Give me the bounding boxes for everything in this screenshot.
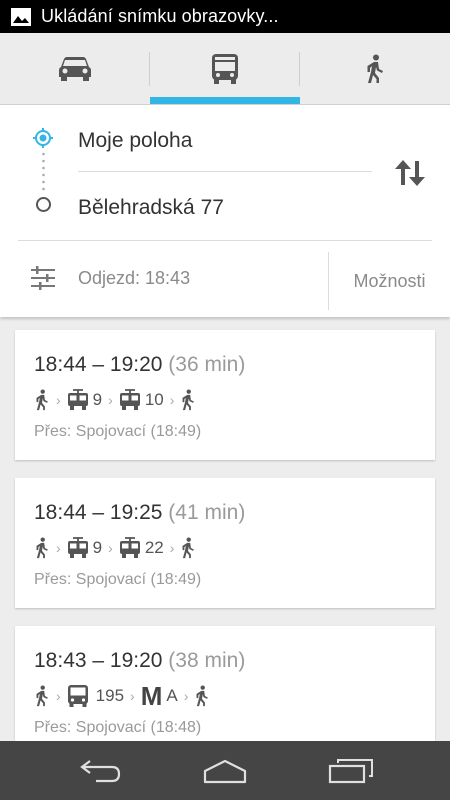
departure-time[interactable]: Odjezd: 18:43 xyxy=(78,268,190,289)
status-text: Ukládání snímku obrazovky... xyxy=(41,6,279,26)
route-option[interactable]: 18:44 – 19:25 (41 min) › 9 › 22 › Přes: … xyxy=(15,478,435,608)
walk-icon xyxy=(34,537,50,559)
picture-icon xyxy=(11,7,31,26)
chevron-right-icon: › xyxy=(130,688,135,704)
tab-walk[interactable] xyxy=(300,33,450,104)
route-results: 18:44 – 19:20 (36 min) › 9 › 10 › Přes: … xyxy=(0,317,450,741)
chevron-right-icon: › xyxy=(108,392,113,408)
walk-icon xyxy=(34,685,50,707)
walk-icon xyxy=(194,685,210,707)
recents-button[interactable] xyxy=(276,741,426,800)
route-times: 18:44 – 19:25 (41 min) xyxy=(34,501,246,524)
line-number: A xyxy=(166,686,178,705)
route-card: Moje poloha Bělehradská 77 Odjezd: 18:43… xyxy=(0,105,450,317)
route-connector xyxy=(42,152,45,191)
route-legs: › 9 › 22 › xyxy=(34,534,196,562)
line-number: 10 xyxy=(144,390,164,409)
tram-icon xyxy=(119,389,141,411)
line-number: 9 xyxy=(92,538,103,557)
route-option[interactable]: 18:44 – 19:20 (36 min) › 9 › 10 › Přes: … xyxy=(15,330,435,460)
walk-icon xyxy=(180,537,196,559)
options-button[interactable]: Možnosti xyxy=(329,252,450,310)
line-number: 9 xyxy=(92,390,103,409)
origin-field[interactable]: Moje poloha xyxy=(78,129,192,153)
route-times: 18:44 – 19:20 (36 min) xyxy=(34,353,246,376)
walk-icon xyxy=(34,389,50,411)
chevron-right-icon: › xyxy=(183,688,189,704)
tram-icon xyxy=(119,537,141,559)
tab-transit[interactable] xyxy=(150,33,300,104)
chevron-right-icon: › xyxy=(56,688,61,704)
route-legs: › 9 › 10 › xyxy=(34,386,196,414)
chevron-right-icon: › xyxy=(108,540,113,556)
navigation-bar xyxy=(0,741,450,800)
metro-icon: M xyxy=(140,681,163,711)
route-option[interactable]: 18:43 – 19:20 (38 min) › 195 › M A › Pře… xyxy=(15,626,435,741)
swap-button[interactable] xyxy=(390,155,430,191)
chevron-right-icon: › xyxy=(169,540,175,556)
walk-icon xyxy=(367,54,383,83)
bus-icon xyxy=(67,684,89,708)
bus-icon xyxy=(212,53,238,84)
route-duration: (41 min) xyxy=(168,501,246,524)
route-via: Přes: Spojovací (18:48) xyxy=(34,719,202,736)
route-via: Přes: Spojovací (18:49) xyxy=(34,571,202,588)
my-location-icon xyxy=(33,128,53,148)
line-number: 195 xyxy=(95,686,125,705)
route-duration: (38 min) xyxy=(168,649,246,672)
car-icon xyxy=(59,56,91,81)
route-legs: › 195 › M A › xyxy=(34,682,210,710)
chevron-right-icon: › xyxy=(56,392,61,408)
destination-field[interactable]: Bělehradská 77 xyxy=(78,196,224,220)
home-icon xyxy=(203,759,247,783)
route-via: Přes: Spojovací (18:49) xyxy=(34,423,202,440)
route-times: 18:43 – 19:20 (38 min) xyxy=(34,649,246,672)
route-duration: (36 min) xyxy=(168,353,246,376)
swap-icon xyxy=(395,160,425,186)
tram-icon xyxy=(67,537,89,559)
status-bar: Ukládání snímku obrazovky... xyxy=(0,0,450,33)
walk-icon xyxy=(180,389,196,411)
recents-icon xyxy=(328,758,373,783)
filter-icon[interactable] xyxy=(30,265,56,291)
back-icon xyxy=(80,759,121,782)
selected-tab-indicator xyxy=(150,97,300,104)
chevron-right-icon: › xyxy=(56,540,61,556)
line-number: 22 xyxy=(144,538,164,557)
chevron-right-icon: › xyxy=(169,392,175,408)
tram-icon xyxy=(67,389,89,411)
field-divider xyxy=(78,171,372,172)
travel-mode-tabs xyxy=(0,33,450,105)
card-divider xyxy=(18,240,432,241)
destination-marker xyxy=(36,197,51,212)
tab-car[interactable] xyxy=(0,33,150,104)
